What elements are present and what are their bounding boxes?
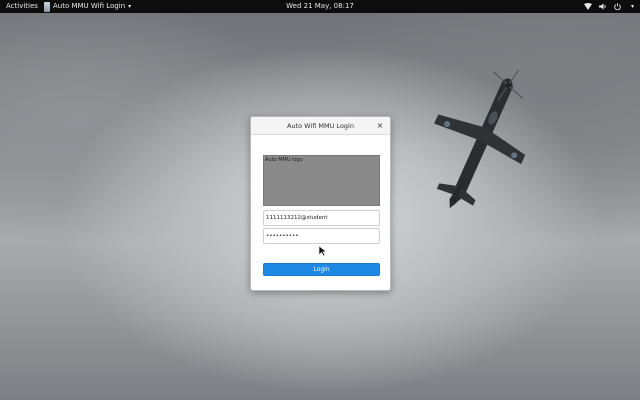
status-area[interactable]: ▾ [583,0,634,13]
top-bar: Activities Auto MMU Wifi Login ▾ Wed 21 … [0,0,640,13]
username-input[interactable] [263,210,380,226]
login-button[interactable]: Login [263,263,380,276]
dialog-header: Auto Wifi MMU Login × [251,117,390,135]
activities-button[interactable]: Activities [6,0,38,13]
login-dialog: Auto Wifi MMU Login × Auto MMU logo Logi… [250,116,391,291]
app-menu[interactable]: Auto MMU Wifi Login ▾ [44,0,131,13]
clock[interactable]: Wed 21 May, 08:17 [286,2,354,10]
chevron-down-icon: ▾ [128,3,132,10]
close-button[interactable]: × [375,121,385,131]
chevron-down-icon: ▾ [630,3,634,10]
mouse-cursor-icon [318,245,328,257]
password-input[interactable] [263,228,380,244]
dialog-title: Auto Wifi MMU Login [287,122,354,130]
logo-alt-text: Auto MMU logo [265,157,303,163]
app-menu-label: Auto MMU Wifi Login [53,2,126,10]
logo-placeholder: Auto MMU logo [263,155,380,206]
network-icon [583,3,592,10]
volume-icon [598,3,606,10]
power-icon [614,3,621,10]
airplane-image [434,69,526,209]
app-icon [44,2,50,12]
